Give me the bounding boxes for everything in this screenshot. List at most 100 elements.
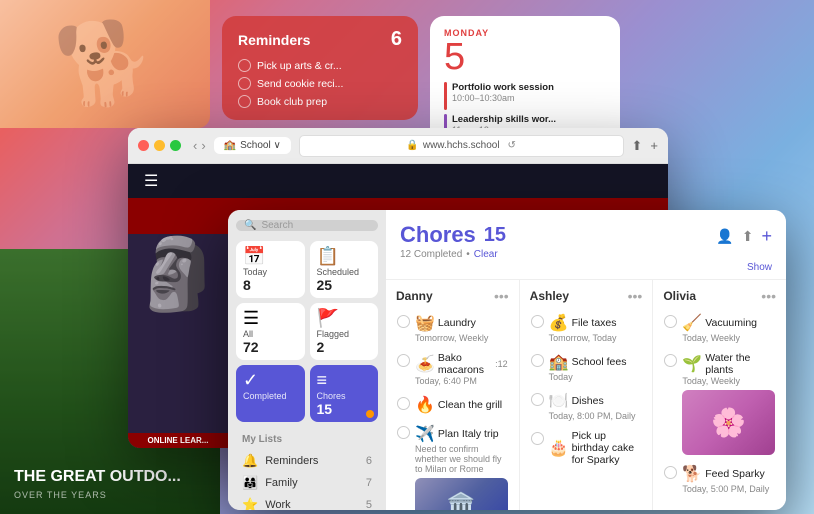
- task-bako[interactable]: 🍝 Bako macarons :12 Today, 6:40 PM: [394, 349, 511, 389]
- dog-widget: 🐕: [0, 0, 210, 128]
- reminder-text-1: Pick up arts & cr...: [257, 60, 342, 72]
- task-taxes[interactable]: 💰 File taxes Tomorrow, Today: [528, 310, 645, 346]
- all-label: All: [243, 329, 298, 339]
- reload-icon[interactable]: ↺: [508, 140, 516, 151]
- smart-lists-grid: 📅 Today 8 📋 Scheduled 25 ☰ All 72 🚩 Flag…: [228, 241, 386, 422]
- italy-image: 🏛️: [415, 478, 508, 510]
- reminders-list-label: Reminders: [265, 455, 359, 467]
- main-count: 15: [484, 224, 506, 247]
- grill-icon: 🔥: [415, 395, 435, 415]
- task-check-fees[interactable]: [531, 354, 544, 367]
- task-vacuuming[interactable]: 🧹 Vacuuming Today, Weekly: [661, 310, 778, 346]
- school-tab[interactable]: 🏫dannySchool ∨: [214, 137, 291, 154]
- today-label: Today: [243, 267, 298, 277]
- task-check-vacuuming[interactable]: [664, 315, 677, 328]
- task-check-grill[interactable]: [397, 397, 410, 410]
- show-button[interactable]: Show: [747, 262, 772, 273]
- hamburger-icon[interactable]: ☰: [144, 171, 158, 191]
- list-item-family[interactable]: 👨‍👩‍👧 Family 7: [228, 472, 386, 494]
- share-icon[interactable]: ⬆: [742, 228, 754, 245]
- all-count: 72: [243, 339, 298, 355]
- maximize-dot[interactable]: [170, 140, 181, 151]
- sparky-icon: 🐕: [682, 464, 702, 484]
- bako-title: Bako macarons: [438, 352, 492, 376]
- scheduled-label: Scheduled: [317, 267, 372, 277]
- list-item-work[interactable]: ⭐ Work 5: [228, 494, 386, 510]
- close-dot[interactable]: [138, 140, 149, 151]
- olivia-name: Olivia: [663, 289, 696, 303]
- olivia-dots[interactable]: •••: [761, 288, 776, 304]
- smart-list-flagged[interactable]: 🚩 Flagged 2: [310, 303, 379, 360]
- smart-list-all[interactable]: ☰ All 72: [236, 303, 305, 360]
- ashley-dots[interactable]: •••: [628, 288, 643, 304]
- laundry-title: Laundry: [438, 317, 476, 329]
- share-icon[interactable]: ⬆: [632, 138, 643, 154]
- main-subtitle: 12 Completed: [400, 249, 462, 260]
- cal-event-1: Portfolio work session 10:00–10:30am: [444, 82, 606, 110]
- outdoors-subtitle: OVER THE YEARS: [14, 490, 206, 500]
- smart-list-today[interactable]: 📅 Today 8: [236, 241, 305, 298]
- task-plants[interactable]: 🌱 Water the plants Today, Weekly 🌸: [661, 349, 778, 458]
- search-placeholder: Search: [261, 220, 293, 231]
- task-italy[interactable]: ✈️ Plan Italy trip Need to confirm wheth…: [394, 421, 511, 510]
- add-tab-icon[interactable]: +: [650, 138, 658, 154]
- task-dishes[interactable]: 🍽️ Dishes Today, 8:00 PM, Daily: [528, 388, 645, 424]
- outdoors-title: THE GREAT OUTDO...: [14, 468, 206, 486]
- fees-title: School fees: [572, 356, 627, 368]
- task-check-italy[interactable]: [397, 426, 410, 439]
- list-item-reminders[interactable]: 🔔 Reminders 6: [228, 450, 386, 472]
- task-check-taxes[interactable]: [531, 315, 544, 328]
- app-main-content: Chores 15 12 Completed • Clear 👤 ⬆ + Sh: [386, 210, 786, 510]
- fees-sub: Today: [549, 372, 627, 382]
- online-label: ONLINE LEAR...: [128, 433, 228, 448]
- cal-event-1-title: Portfolio work session: [452, 82, 554, 93]
- main-header: Chores 15 12 Completed • Clear 👤 ⬆ + Sh: [386, 210, 786, 280]
- work-list-label: Work: [265, 499, 359, 510]
- task-birthday[interactable]: 🎂 Pick up birthday cake for Sparky: [528, 427, 645, 469]
- sparky-sub: Today, 5:00 PM, Daily: [682, 484, 769, 494]
- task-check-birthday[interactable]: [531, 432, 544, 445]
- clear-button[interactable]: Clear: [474, 249, 498, 260]
- sparky-title: Feed Sparky: [705, 468, 765, 480]
- task-check-sparky[interactable]: [664, 466, 677, 479]
- family-list-count: 7: [366, 477, 372, 489]
- task-grill[interactable]: 🔥 Clean the grill: [394, 392, 511, 418]
- person-icon[interactable]: 👤: [716, 228, 733, 245]
- task-fees[interactable]: 🏫 School fees Today: [528, 349, 645, 385]
- statue-image: 🗿: [134, 234, 221, 316]
- grill-title: Clean the grill: [438, 399, 502, 411]
- dishes-icon: 🍽️: [549, 391, 569, 411]
- task-check-plants[interactable]: [664, 354, 677, 367]
- danny-dots[interactable]: •••: [494, 288, 509, 304]
- minimize-dot[interactable]: [154, 140, 165, 151]
- bako-icon: 🍝: [415, 354, 435, 374]
- italy-icon: ✈️: [415, 424, 435, 444]
- add-task-icon[interactable]: +: [761, 226, 772, 247]
- laundry-icon: 🧺: [415, 313, 435, 333]
- my-lists-label: My Lists: [228, 432, 386, 447]
- task-check-bako[interactable]: [397, 354, 410, 367]
- reminder-item-2: Send cookie reci...: [238, 77, 402, 90]
- task-check-laundry[interactable]: [397, 315, 410, 328]
- search-bar[interactable]: 🔍 Search: [236, 220, 378, 231]
- forward-button[interactable]: ›: [201, 138, 205, 153]
- task-laundry[interactable]: 🧺 Laundry Tomorrow, Weekly: [394, 310, 511, 346]
- smart-list-scheduled[interactable]: 📋 Scheduled 25: [310, 241, 379, 298]
- flagged-label: Flagged: [317, 329, 372, 339]
- chores-label: Chores: [317, 391, 372, 401]
- chores-count: 15: [317, 401, 372, 417]
- address-bar[interactable]: 🔒 www.hchs.school ↺: [299, 135, 624, 157]
- task-check-dishes[interactable]: [531, 393, 544, 406]
- reminder-item-1: Pick up arts & cr...: [238, 59, 402, 72]
- smart-list-completed[interactable]: ✓ Completed: [236, 365, 305, 422]
- back-button[interactable]: ‹: [193, 138, 197, 153]
- plants-icon: 🌱: [682, 354, 702, 374]
- reminders-widget-title: Reminders: [238, 32, 310, 48]
- task-sparky[interactable]: 🐕 Feed Sparky Today, 5:00 PM, Daily: [661, 461, 778, 497]
- completed-label: Completed: [243, 391, 298, 401]
- reminders-app-window: 🔍 Search 📅 Today 8 📋 Scheduled 25 ☰ All …: [228, 210, 786, 510]
- taxes-sub: Tomorrow, Today: [549, 333, 617, 343]
- family-list-label: Family: [265, 477, 359, 489]
- fees-icon: 🏫: [549, 352, 569, 372]
- smart-list-chores[interactable]: ≡ Chores 15: [310, 365, 379, 422]
